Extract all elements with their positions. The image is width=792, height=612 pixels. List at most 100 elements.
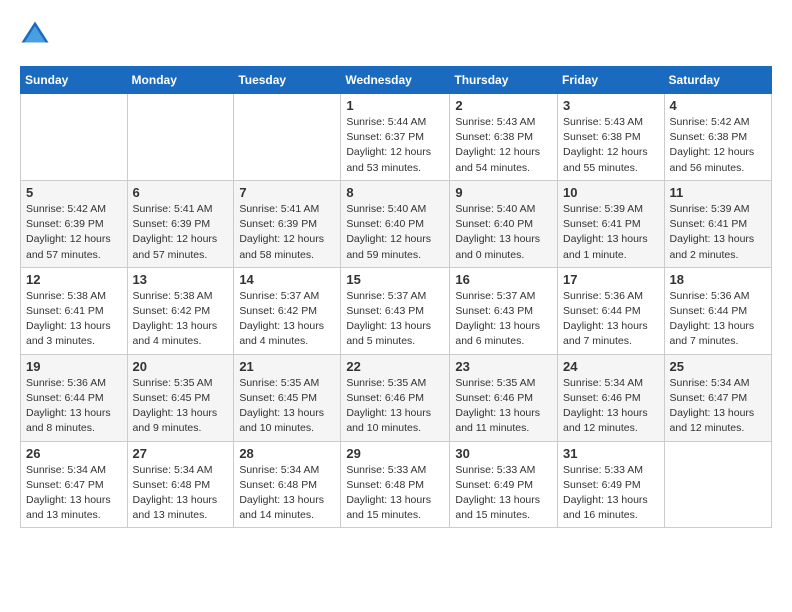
day-number: 10: [563, 185, 659, 200]
calendar-cell: 27Sunrise: 5:34 AM Sunset: 6:48 PM Dayli…: [127, 441, 234, 528]
calendar-cell: 12Sunrise: 5:38 AM Sunset: 6:41 PM Dayli…: [21, 267, 128, 354]
calendar-cell: 1 Sunrise: 5:44 AM Sunset: 6:37 PM Daylig…: [341, 94, 450, 181]
day-number: 31: [563, 446, 659, 461]
day-number: 28: [239, 446, 335, 461]
day-info: Sunrise: 5:37 AM Sunset: 6:43 PM Dayligh…: [346, 289, 444, 350]
page-header: [20, 20, 772, 50]
calendar-cell: 5 Sunrise: 5:42 AM Sunset: 6:39 PM Daylig…: [21, 180, 128, 267]
day-number: 14: [239, 272, 335, 287]
calendar-week-3: 12Sunrise: 5:38 AM Sunset: 6:41 PM Dayli…: [21, 267, 772, 354]
day-number: 6: [133, 185, 229, 200]
day-info: Sunrise: 5:43 AM Sunset: 6:38 PM Dayligh…: [563, 115, 659, 176]
day-number: 26: [26, 446, 122, 461]
calendar-cell: 19 Sunrise: 5:36 AM Sunset: 6:44 PM Dayli…: [21, 354, 128, 441]
day-number: 30: [455, 446, 552, 461]
day-info: Sunrise: 5:40 AM Sunset: 6:40 PM Dayligh…: [346, 202, 444, 263]
day-number: 18: [670, 272, 766, 287]
day-number: 8: [346, 185, 444, 200]
day-number: 1: [346, 98, 444, 113]
calendar-header: SundayMondayTuesdayWednesdayThursdayFrid…: [21, 67, 772, 94]
day-info: Sunrise: 5:33 AM Sunset: 6:49 PM Dayligh…: [455, 463, 552, 524]
calendar-cell: 13 Sunrise: 5:38 AM Sunset: 6:42 PM Dayli…: [127, 267, 234, 354]
day-info: Sunrise: 5:36 AM Sunset: 6:44 PM Dayligh…: [670, 289, 766, 350]
day-info: Sunrise: 5:42 AM Sunset: 6:38 PM Dayligh…: [670, 115, 766, 176]
day-info: Sunrise: 5:36 AM Sunset: 6:44 PM Dayligh…: [26, 376, 122, 437]
weekday-header-monday: Monday: [127, 67, 234, 94]
day-info: Sunrise: 5:35 AM Sunset: 6:46 PM Dayligh…: [346, 376, 444, 437]
header-row: SundayMondayTuesdayWednesdayThursdayFrid…: [21, 67, 772, 94]
day-number: 4: [670, 98, 766, 113]
calendar-cell: 3 Sunrise: 5:43 AM Sunset: 6:38 PM Daylig…: [558, 94, 665, 181]
day-info: Sunrise: 5:33 AM Sunset: 6:49 PM Dayligh…: [563, 463, 659, 524]
day-info: Sunrise: 5:34 AM Sunset: 6:46 PM Dayligh…: [563, 376, 659, 437]
day-number: 17: [563, 272, 659, 287]
calendar-cell: 24Sunrise: 5:34 AM Sunset: 6:46 PM Dayli…: [558, 354, 665, 441]
day-number: 7: [239, 185, 335, 200]
calendar-body: 1 Sunrise: 5:44 AM Sunset: 6:37 PM Daylig…: [21, 94, 772, 528]
day-number: 21: [239, 359, 335, 374]
calendar-cell: [127, 94, 234, 181]
day-info: Sunrise: 5:34 AM Sunset: 6:47 PM Dayligh…: [670, 376, 766, 437]
day-number: 13: [133, 272, 229, 287]
day-info: Sunrise: 5:43 AM Sunset: 6:38 PM Dayligh…: [455, 115, 552, 176]
weekday-header-thursday: Thursday: [450, 67, 558, 94]
weekday-header-saturday: Saturday: [664, 67, 771, 94]
day-info: Sunrise: 5:39 AM Sunset: 6:41 PM Dayligh…: [563, 202, 659, 263]
calendar-cell: 17 Sunrise: 5:36 AM Sunset: 6:44 PM Dayli…: [558, 267, 665, 354]
calendar-cell: 26 Sunrise: 5:34 AM Sunset: 6:47 PM Dayli…: [21, 441, 128, 528]
calendar-cell: [664, 441, 771, 528]
logo-icon: [20, 20, 50, 50]
day-number: 20: [133, 359, 229, 374]
day-number: 25: [670, 359, 766, 374]
day-info: Sunrise: 5:35 AM Sunset: 6:45 PM Dayligh…: [133, 376, 229, 437]
weekday-header-wednesday: Wednesday: [341, 67, 450, 94]
day-number: 22: [346, 359, 444, 374]
day-info: Sunrise: 5:44 AM Sunset: 6:37 PM Dayligh…: [346, 115, 444, 176]
day-info: Sunrise: 5:34 AM Sunset: 6:48 PM Dayligh…: [239, 463, 335, 524]
day-info: Sunrise: 5:34 AM Sunset: 6:48 PM Dayligh…: [133, 463, 229, 524]
calendar-cell: [234, 94, 341, 181]
calendar-cell: 18 Sunrise: 5:36 AM Sunset: 6:44 PM Dayli…: [664, 267, 771, 354]
day-number: 29: [346, 446, 444, 461]
calendar-table: SundayMondayTuesdayWednesdayThursdayFrid…: [20, 66, 772, 528]
weekday-header-tuesday: Tuesday: [234, 67, 341, 94]
calendar-cell: 8 Sunrise: 5:40 AM Sunset: 6:40 PM Daylig…: [341, 180, 450, 267]
calendar-week-5: 26 Sunrise: 5:34 AM Sunset: 6:47 PM Dayli…: [21, 441, 772, 528]
day-number: 16: [455, 272, 552, 287]
calendar-cell: 25 Sunrise: 5:34 AM Sunset: 6:47 PM Dayli…: [664, 354, 771, 441]
day-info: Sunrise: 5:37 AM Sunset: 6:42 PM Dayligh…: [239, 289, 335, 350]
day-info: Sunrise: 5:34 AM Sunset: 6:47 PM Dayligh…: [26, 463, 122, 524]
calendar-cell: 6 Sunrise: 5:41 AM Sunset: 6:39 PM Daylig…: [127, 180, 234, 267]
calendar-cell: 7 Sunrise: 5:41 AM Sunset: 6:39 PM Daylig…: [234, 180, 341, 267]
calendar-week-4: 19 Sunrise: 5:36 AM Sunset: 6:44 PM Dayli…: [21, 354, 772, 441]
calendar-week-1: 1 Sunrise: 5:44 AM Sunset: 6:37 PM Daylig…: [21, 94, 772, 181]
calendar-cell: 15 Sunrise: 5:37 AM Sunset: 6:43 PM Dayli…: [341, 267, 450, 354]
logo: [20, 20, 54, 50]
day-number: 5: [26, 185, 122, 200]
calendar-cell: 31 Sunrise: 5:33 AM Sunset: 6:49 PM Dayli…: [558, 441, 665, 528]
day-info: Sunrise: 5:37 AM Sunset: 6:43 PM Dayligh…: [455, 289, 552, 350]
calendar-cell: 9Sunrise: 5:40 AM Sunset: 6:40 PM Daylig…: [450, 180, 558, 267]
day-number: 2: [455, 98, 552, 113]
calendar-cell: [21, 94, 128, 181]
calendar-cell: 22 Sunrise: 5:35 AM Sunset: 6:46 PM Dayli…: [341, 354, 450, 441]
weekday-header-sunday: Sunday: [21, 67, 128, 94]
day-number: 19: [26, 359, 122, 374]
day-number: 3: [563, 98, 659, 113]
day-info: Sunrise: 5:42 AM Sunset: 6:39 PM Dayligh…: [26, 202, 122, 263]
day-info: Sunrise: 5:41 AM Sunset: 6:39 PM Dayligh…: [133, 202, 229, 263]
calendar-cell: 11Sunrise: 5:39 AM Sunset: 6:41 PM Dayli…: [664, 180, 771, 267]
calendar-cell: 23Sunrise: 5:35 AM Sunset: 6:46 PM Dayli…: [450, 354, 558, 441]
calendar-cell: 20 Sunrise: 5:35 AM Sunset: 6:45 PM Dayli…: [127, 354, 234, 441]
calendar-cell: 29Sunrise: 5:33 AM Sunset: 6:48 PM Dayli…: [341, 441, 450, 528]
calendar-cell: 14 Sunrise: 5:37 AM Sunset: 6:42 PM Dayli…: [234, 267, 341, 354]
calendar-cell: 16 Sunrise: 5:37 AM Sunset: 6:43 PM Dayli…: [450, 267, 558, 354]
day-number: 9: [455, 185, 552, 200]
day-number: 15: [346, 272, 444, 287]
day-info: Sunrise: 5:38 AM Sunset: 6:42 PM Dayligh…: [133, 289, 229, 350]
day-info: Sunrise: 5:36 AM Sunset: 6:44 PM Dayligh…: [563, 289, 659, 350]
calendar-week-2: 5 Sunrise: 5:42 AM Sunset: 6:39 PM Daylig…: [21, 180, 772, 267]
day-info: Sunrise: 5:41 AM Sunset: 6:39 PM Dayligh…: [239, 202, 335, 263]
day-info: Sunrise: 5:35 AM Sunset: 6:46 PM Dayligh…: [455, 376, 552, 437]
calendar-cell: 10 Sunrise: 5:39 AM Sunset: 6:41 PM Dayli…: [558, 180, 665, 267]
